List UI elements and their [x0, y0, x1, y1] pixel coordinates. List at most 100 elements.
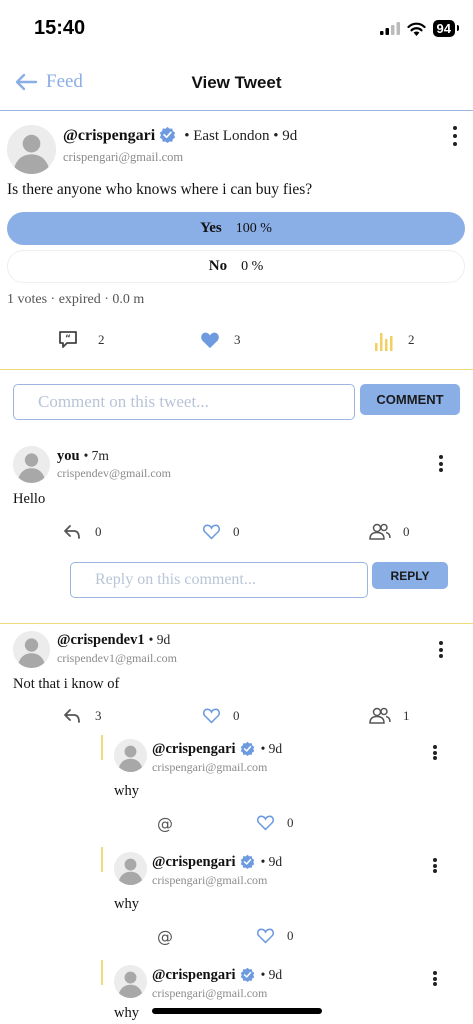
reply-meta: • 9d: [260, 741, 283, 756]
tweet-email: crispengari@gmail.com: [63, 150, 184, 164]
people-button[interactable]: 0: [369, 523, 410, 540]
comment-icon: “: [59, 331, 77, 348]
reply-author-line: @crispengari • 9d: [152, 966, 282, 984]
reply-icon: [64, 709, 80, 723]
reply-button[interactable]: 0: [63, 524, 102, 540]
reply-submit-button[interactable]: REPLY: [372, 562, 448, 589]
avatar[interactable]: [13, 446, 50, 483]
comment-text: Not that i know of: [13, 676, 120, 692]
reply-input[interactable]: Reply on this comment...: [70, 562, 368, 598]
reply-text: why: [114, 1005, 139, 1021]
poll-option-no[interactable]: No 0 %: [7, 250, 465, 283]
bar-chart-icon: [375, 333, 393, 351]
default-avatar-icon: [114, 965, 147, 998]
people-count: 0: [403, 523, 410, 539]
reply-email: crispengari@gmail.com: [152, 873, 268, 887]
back-arrow-icon: [15, 73, 38, 91]
more-icon[interactable]: [430, 858, 440, 873]
reply-author-line: @crispengari • 9d: [152, 853, 282, 871]
mention-button[interactable]: @: [157, 814, 173, 833]
heart-outline-icon: [256, 815, 275, 831]
avatar[interactable]: [13, 631, 50, 668]
poll-info: 1 votes · expired · 0.0 m: [7, 292, 145, 307]
reply-count: 0: [95, 524, 102, 539]
reply-handle[interactable]: @crispengari: [152, 854, 236, 870]
comment-handle[interactable]: you: [57, 448, 80, 464]
comment-like-button[interactable]: 0: [202, 707, 240, 724]
avatar[interactable]: [114, 852, 147, 885]
signal-icon: [379, 22, 400, 35]
views-count: 2: [408, 332, 415, 347]
poll-option-label: Yes: [200, 220, 222, 236]
home-indicator[interactable]: [152, 1008, 322, 1014]
more-icon[interactable]: [436, 641, 446, 658]
default-avatar-icon: [114, 739, 147, 772]
avatar[interactable]: [7, 125, 56, 174]
divider: [0, 623, 473, 624]
reply-text: why: [114, 896, 139, 912]
reply-like-button[interactable]: 0: [256, 814, 294, 831]
reply-count: 3: [95, 708, 102, 723]
comment-handle[interactable]: @crispendev1: [57, 632, 145, 648]
comment-like-button[interactable]: 0: [202, 523, 240, 540]
reply-meta: • 9d: [260, 854, 283, 869]
reply-author-line: @crispengari • 9d: [152, 740, 282, 758]
like-count: 0: [287, 927, 294, 943]
tweet-views-button[interactable]: 2: [374, 329, 415, 351]
tweet-card: @crispengari • East London • 9d crispeng…: [0, 111, 473, 370]
reply-thread-line: [101, 735, 103, 760]
battery-indicator: 94: [432, 20, 460, 37]
comment-button[interactable]: COMMENT: [360, 384, 460, 415]
poll-option-yes[interactable]: Yes 100 %: [7, 212, 465, 245]
default-avatar-icon: [13, 631, 50, 668]
reply-email: crispengari@gmail.com: [152, 986, 268, 1000]
reply-like-button[interactable]: 0: [256, 927, 294, 944]
like-count: 3: [234, 332, 241, 347]
more-icon[interactable]: [430, 745, 440, 760]
poll-option-label: No: [208, 258, 228, 274]
people-button[interactable]: 1: [369, 707, 410, 724]
people-icon: [369, 523, 391, 540]
tweet-comment-button[interactable]: “ 2: [58, 330, 105, 349]
wifi-icon: [406, 22, 426, 36]
verified-icon: [240, 741, 254, 756]
nav-bar: Feed View Tweet: [0, 58, 473, 111]
comment-meta: • 9d: [148, 632, 171, 647]
mention-button[interactable]: @: [157, 927, 173, 946]
tweet-text: Is there anyone who knows where i can bu…: [7, 181, 313, 198]
status-time: 15:40: [34, 17, 86, 39]
reply-handle[interactable]: @crispengari: [152, 967, 236, 983]
reply-handle[interactable]: @crispengari: [152, 741, 236, 757]
tweet-handle[interactable]: @crispengari: [63, 127, 155, 144]
people-icon: [369, 707, 391, 724]
reply-thread-line: [101, 847, 103, 872]
comment-input[interactable]: Comment on this tweet...: [13, 384, 355, 420]
more-icon[interactable]: [430, 971, 440, 986]
like-count: 0: [287, 814, 294, 830]
reply-thread-line: [101, 960, 103, 985]
heart-icon: [201, 332, 219, 349]
svg-text:“: “: [65, 334, 71, 344]
comment-count: 2: [98, 331, 105, 347]
avatar[interactable]: [114, 965, 147, 998]
comment-email: crispendev@gmail.com: [57, 466, 172, 480]
avatar[interactable]: [114, 739, 147, 772]
verified-icon: [240, 854, 254, 869]
back-button[interactable]: Feed: [14, 71, 83, 93]
at-icon: @: [157, 814, 173, 833]
comment-author-line: @crispendev1 • 9d: [57, 631, 170, 649]
tweet-like-button[interactable]: 3: [200, 331, 241, 349]
more-icon[interactable]: [450, 126, 460, 146]
poll-option-percent: 100 %: [235, 220, 272, 236]
heart-outline-icon: [202, 708, 221, 724]
reply-meta: • 9d: [260, 967, 283, 982]
default-avatar-icon: [13, 446, 50, 483]
reply-email: crispengari@gmail.com: [152, 760, 268, 774]
back-label: Feed: [46, 71, 83, 92]
reply-button[interactable]: 3: [63, 708, 102, 724]
tweet-meta: • East London • 9d: [184, 128, 298, 144]
more-icon[interactable]: [436, 455, 446, 472]
status-icons: 94: [379, 20, 460, 37]
comment-text: Hello: [13, 491, 46, 507]
reply-icon: [64, 525, 80, 539]
